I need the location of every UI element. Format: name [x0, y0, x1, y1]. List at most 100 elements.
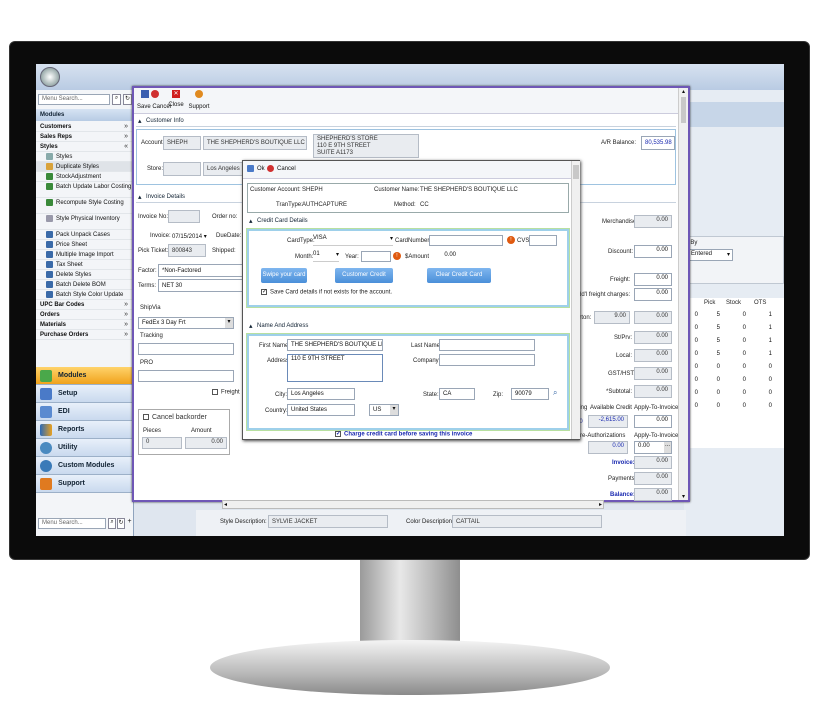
more-icon[interactable]: ...	[664, 442, 671, 453]
close-button[interactable]: ✕ Close	[168, 90, 184, 112]
sidebar-group-materials[interactable]: Materials»	[36, 320, 134, 330]
account-field[interactable]: SHEPH	[163, 136, 201, 150]
scroll-left-icon[interactable]: ◂	[224, 501, 227, 508]
nav-reports[interactable]: Reports	[36, 421, 134, 439]
app-logo-icon[interactable]	[40, 67, 60, 87]
sidebar-item-physical-inventory[interactable]: Style Physical Inventory	[36, 214, 134, 230]
amount-field[interactable]: 0.00	[429, 251, 459, 262]
sidebar-item-tax-sheet[interactable]: Tax Sheet	[36, 260, 134, 270]
subtotal-field: 0.00	[634, 385, 672, 398]
cancel-backorder-checkbox[interactable]: Cancel backorder	[143, 414, 207, 421]
addl-freight-field[interactable]: 0.00	[634, 288, 672, 301]
add-icon[interactable]: +	[126, 518, 133, 529]
store-code-field[interactable]	[163, 162, 201, 176]
sidebar-group-sales-reps[interactable]: Sales Reps»	[36, 132, 134, 142]
factor-field[interactable]: *Non-Factored	[158, 264, 246, 277]
invoice-date-field[interactable]: 07/15/2014 ▾	[172, 233, 207, 240]
cancel-button[interactable]: Cancel	[267, 165, 296, 172]
method-label: Method:	[394, 202, 416, 208]
last-name-field[interactable]	[439, 339, 535, 351]
nav-custom-modules[interactable]: Custom Modules	[36, 457, 134, 475]
local-field: 0.00	[634, 349, 672, 362]
pro-field[interactable]	[138, 370, 234, 382]
sidebar-item-pack-unpack[interactable]: Pack Unpack Cases	[36, 230, 134, 240]
nav-edi[interactable]: EDI	[36, 403, 134, 421]
name-address-header[interactable]: Name And Address	[247, 321, 569, 332]
refresh-icon[interactable]: ↻	[123, 94, 132, 105]
invoice-scrollbar[interactable]: ▴ ▾	[678, 88, 688, 500]
sidebar-item-styles[interactable]: Styles	[36, 152, 134, 162]
first-name-field[interactable]: THE SHEPHERD'S BOUTIQUE LLC	[287, 339, 383, 351]
sidebar-group-orders[interactable]: Orders»	[36, 310, 134, 320]
sidebar-group-styles[interactable]: Styles «	[36, 142, 134, 152]
cardtype-dropdown[interactable]: VISA ▾	[313, 235, 393, 246]
terms-field[interactable]: NET 30	[158, 279, 246, 292]
menu-search-input[interactable]: Menu Search...	[38, 94, 110, 105]
method-value: CC	[420, 202, 429, 208]
swipe-card-button[interactable]: Swipe your card	[261, 268, 307, 283]
sidebar-item-color-update[interactable]: Batch Style Color Update	[36, 290, 134, 300]
scroll-up-icon[interactable]: ▴	[679, 88, 688, 95]
country-code-dropdown[interactable]: US ▾	[369, 404, 399, 416]
cardnumber-label: CardNumber:	[395, 238, 432, 244]
charge-card-checkbox[interactable]: ✓ Charge credit card before saving this i…	[335, 431, 472, 438]
sidebar-group-customers[interactable]: Customers»	[36, 122, 134, 132]
invoice-no-field[interactable]	[168, 210, 200, 223]
freight-checkbox[interactable]: Freight	[212, 389, 240, 396]
country-field[interactable]: United States	[287, 404, 355, 416]
refresh-icon[interactable]: ↻	[117, 518, 125, 529]
support-button[interactable]: Support	[187, 90, 211, 112]
address-field[interactable]: 110 E 9TH STREET	[287, 354, 383, 382]
dialog-scrollbar[interactable]	[571, 161, 580, 439]
freight-total-field[interactable]: 0.00	[634, 273, 672, 286]
horizontal-scrollbar[interactable]: ◂ ▸	[222, 500, 604, 509]
zip-search-icon[interactable]: ⌕	[553, 388, 557, 398]
credit-card-header[interactable]: Credit Card Details	[247, 216, 569, 227]
discount-field[interactable]: 0.00	[634, 245, 672, 258]
sidebar-item-recompute[interactable]: Recompute Style Costing	[36, 198, 134, 214]
sidebar-item-duplicate-styles[interactable]: Duplicate Styles	[36, 162, 134, 172]
sidebar-group-purchase-orders[interactable]: Purchase Orders»	[36, 330, 134, 340]
clear-credit-card-button[interactable]: Clear Credit Card Details	[427, 268, 491, 293]
balance-label: Balance:	[610, 492, 636, 498]
nav-modules[interactable]: Modules	[36, 367, 134, 385]
ok-button[interactable]: Ok	[247, 165, 265, 172]
pre-auth-apply-field[interactable]: 0.00...	[634, 441, 672, 454]
sidebar-item-stock-adjustment[interactable]: StockAdjustment	[36, 172, 134, 182]
shipvia-dropdown[interactable]: FedEx 3 Day Frt ▾	[138, 317, 234, 329]
state-field[interactable]: CA	[439, 388, 475, 400]
chevron-icon: »	[124, 123, 128, 130]
year-field[interactable]	[361, 251, 391, 262]
save-card-checkbox[interactable]: ✓ Save Card details if not exists for the…	[261, 289, 392, 296]
sheet-icon	[46, 240, 53, 248]
trantype-value: AUTHCAPTURE	[302, 202, 348, 208]
cardnumber-field[interactable]	[429, 235, 503, 246]
customer-info-header[interactable]: Customer Info	[136, 116, 676, 127]
sidebar-item-price-sheet[interactable]: Price Sheet	[36, 240, 134, 250]
save-button[interactable]: Save Cancel	[137, 90, 171, 112]
nav-setup[interactable]: Setup	[36, 385, 134, 403]
entered-dropdown[interactable]: Entered ▾	[687, 249, 733, 261]
sidebar-item-delete-styles[interactable]: Delete Styles	[36, 270, 134, 280]
nav-utility[interactable]: Utility	[36, 439, 134, 457]
sidebar-item-image-import[interactable]: Multiple Image Import	[36, 250, 134, 260]
company-field[interactable]	[439, 354, 535, 366]
customer-credit-card-button[interactable]: Customer Credit Card	[335, 268, 393, 293]
apply-to-invoice-field[interactable]: 0.00	[634, 415, 672, 428]
store-label: Store:	[147, 166, 164, 172]
city-field[interactable]: Los Angeles	[287, 388, 355, 400]
search-icon[interactable]: ⌕	[112, 94, 121, 105]
scroll-down-icon[interactable]: ▾	[679, 493, 688, 500]
sidebar-item-batch-update[interactable]: Batch Update Labor Costing	[36, 182, 134, 198]
menu-search-input-bottom[interactable]: Menu Search...	[38, 518, 106, 529]
zip-field[interactable]: 90079	[511, 388, 549, 400]
nav-support[interactable]: Support	[36, 475, 134, 493]
sidebar-item-delete-bom[interactable]: Batch Delete BOM	[36, 280, 134, 290]
cvs-field[interactable]	[529, 235, 557, 246]
warning-icon: !	[393, 252, 401, 260]
sidebar-group-upc[interactable]: UPC Bar Codes»	[36, 300, 134, 310]
search-icon[interactable]: ⌕	[108, 518, 116, 529]
month-dropdown[interactable]: 01 ▾	[313, 251, 339, 262]
tracking-field[interactable]	[138, 343, 234, 355]
scroll-right-icon[interactable]: ▸	[599, 501, 602, 508]
